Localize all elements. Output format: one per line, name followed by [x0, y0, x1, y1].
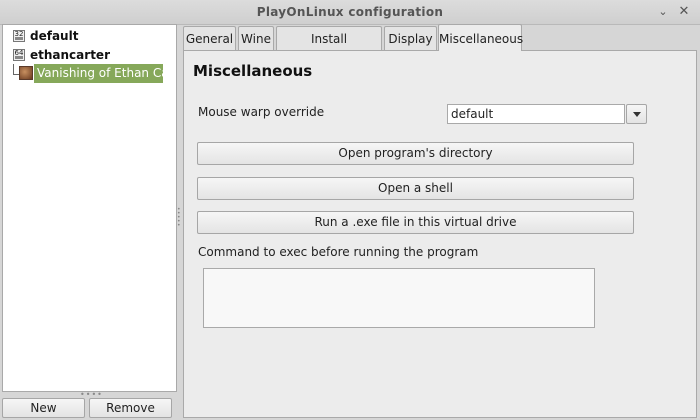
command-label: Command to exec before running the progr… — [198, 245, 479, 259]
tree-item-selected[interactable]: Vanishing of Ethan Carter — [34, 64, 163, 83]
open-directory-button[interactable]: Open program's directory — [197, 142, 634, 165]
command-textarea[interactable] — [203, 268, 595, 328]
splitter-grip-icon[interactable]: • • • • • — [177, 207, 181, 232]
tree-item-default[interactable]: 32 default — [3, 27, 78, 45]
tab-general[interactable]: General — [183, 26, 236, 50]
run-exe-button[interactable]: Run a .exe file in this virtual drive — [197, 211, 634, 234]
chevron-down-icon[interactable] — [626, 104, 647, 124]
tree-item-label: default — [30, 29, 79, 43]
arch-64-icon: 64 — [13, 49, 25, 61]
mouse-warp-select[interactable]: default — [447, 104, 625, 124]
tree-connector — [13, 64, 14, 74]
tab-display[interactable]: Display — [384, 26, 437, 50]
minimize-icon[interactable]: ⌄ — [655, 4, 671, 20]
tab-install-components[interactable]: Install components — [276, 26, 382, 70]
arch-32-icon: 32 — [13, 30, 25, 42]
tree-item-ethancarter[interactable]: 64 ethancarter — [3, 46, 110, 64]
game-icon — [19, 66, 33, 80]
window-title: PlayOnLinux configuration — [256, 5, 444, 19]
resize-grip-icon[interactable]: •••• — [80, 391, 102, 399]
panel-heading: Miscellaneous — [193, 62, 313, 80]
tab-wine[interactable]: Wine — [238, 26, 274, 50]
remove-button[interactable]: Remove — [89, 398, 172, 418]
tree-item-label: ethancarter — [30, 48, 110, 62]
close-icon[interactable]: ✕ — [676, 4, 692, 20]
tab-miscellaneous[interactable]: Miscellaneous — [438, 24, 523, 51]
mouse-warp-label: Mouse warp override — [198, 105, 325, 119]
new-button[interactable]: New — [2, 398, 85, 418]
title-bar: PlayOnLinux configuration ⌄ ✕ — [0, 0, 700, 25]
open-shell-button[interactable]: Open a shell — [197, 177, 634, 200]
